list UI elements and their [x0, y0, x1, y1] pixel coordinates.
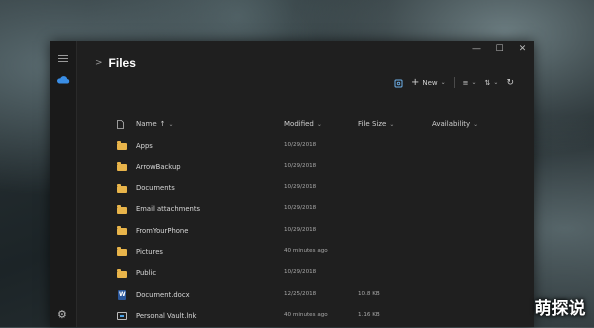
- name-header-label: Name: [136, 120, 157, 128]
- folder-icon: [117, 268, 127, 278]
- file-list: Apps 10/29/2018 ArrowBackup 10/29/2018 D…: [117, 136, 534, 328]
- list-item[interactable]: Documents 10/29/2018: [117, 179, 534, 200]
- word-document-icon: [118, 290, 126, 301]
- file-name: Email attachments: [136, 205, 201, 214]
- chevron-down-icon: ⌄: [316, 120, 322, 128]
- modified-header-label: Modified: [284, 120, 314, 128]
- folder-icon: [117, 247, 127, 257]
- breadcrumb: > Files: [95, 56, 136, 70]
- file-name: Apps: [136, 141, 153, 150]
- file-name: Personal Vault.lnk: [136, 311, 197, 320]
- hamburger-menu-icon[interactable]: [58, 55, 68, 64]
- close-button[interactable]: ✕: [511, 41, 534, 57]
- availability-column-header[interactable]: Availability ⌄: [432, 120, 478, 128]
- chevron-down-icon: ⌄: [440, 79, 446, 86]
- folder-icon: [117, 162, 127, 172]
- file-modified: 40 minutes ago: [284, 247, 328, 254]
- list-item[interactable]: Document.docx 12/25/2018 10.8 KB: [117, 285, 534, 306]
- modified-column-header[interactable]: Modified ⌄: [284, 120, 322, 128]
- file-name: ArrowBackup: [136, 162, 181, 171]
- folder-icon: [117, 183, 127, 193]
- file-modified: 10/29/2018: [284, 205, 317, 212]
- chevron-right-icon[interactable]: >: [95, 58, 103, 68]
- column-header: Name ↑ ⌄ Modified ⌄ File Size ⌄ Availabi…: [117, 120, 534, 134]
- name-column-header[interactable]: Name ↑ ⌄: [136, 120, 174, 128]
- view-options-icon: ⇅: [484, 78, 491, 87]
- file-modified: 10/29/2018: [284, 184, 317, 191]
- file-modified: 10/29/2018: [284, 226, 317, 233]
- file-modified: 10/29/2018: [284, 141, 317, 148]
- plus-icon: +: [410, 77, 420, 88]
- files-window: ⚙ — ☐ ✕ > Files + New ⌄ ≡ ⌄ ⇅ ⌄ ↻ Name ↑…: [50, 41, 534, 327]
- folder-icon: [117, 204, 127, 214]
- file-name: Document.docx: [136, 290, 190, 299]
- file-size: 10.8 KB: [358, 290, 380, 297]
- file-name: Pictures: [136, 247, 163, 256]
- list-item[interactable]: Personal Vault.lnk 40 minutes ago 1.16 K…: [117, 306, 534, 327]
- toolbar-divider: [453, 77, 455, 88]
- folder-icon: [117, 141, 127, 150]
- sort-button[interactable]: ≡ ⌄: [463, 79, 477, 87]
- file-name: FromYourPhone: [136, 226, 189, 235]
- file-modified: 10/29/2018: [284, 269, 317, 276]
- vault-icon[interactable]: [394, 78, 403, 88]
- list-item[interactable]: Email attachments 10/29/2018: [117, 200, 534, 221]
- file-type-header-icon: [117, 120, 124, 129]
- window-controls: — ☐ ✕: [465, 41, 534, 57]
- list-item[interactable]: Pictures 40 minutes ago: [117, 242, 534, 263]
- sort-arrow-icon: ↑: [159, 120, 166, 128]
- command-bar: + New ⌄ ≡ ⌄ ⇅ ⌄ ↻: [394, 77, 514, 88]
- chevron-down-icon: ⌄: [471, 79, 477, 86]
- file-name: Documents: [136, 184, 175, 193]
- availability-header-label: Availability: [432, 120, 471, 128]
- file-name: Public: [136, 269, 157, 278]
- new-button[interactable]: + New ⌄: [411, 77, 446, 88]
- chevron-down-icon: ⌄: [389, 120, 395, 128]
- chevron-down-icon: ⌄: [493, 79, 499, 86]
- chevron-down-icon: ⌄: [168, 120, 174, 128]
- maximize-button[interactable]: ☐: [488, 41, 511, 57]
- page-title[interactable]: Files: [109, 56, 136, 70]
- watermark-text: 萌探说: [534, 299, 586, 319]
- file-modified: 12/25/2018: [284, 290, 317, 297]
- folder-icon: [117, 226, 127, 236]
- list-item[interactable]: ArrowBackup 10/29/2018: [117, 157, 534, 178]
- list-item[interactable]: Public 10/29/2018: [117, 264, 534, 285]
- onedrive-cloud-icon[interactable]: [56, 76, 70, 84]
- main-pane: — ☐ ✕ > Files + New ⌄ ≡ ⌄ ⇅ ⌄ ↻ Name ↑ ⌄…: [77, 41, 534, 327]
- new-label: New: [422, 78, 438, 87]
- sort-lines-icon: ≡: [462, 78, 469, 87]
- chevron-down-icon: ⌄: [473, 120, 479, 128]
- file-modified: 10/29/2018: [284, 162, 317, 169]
- refresh-icon[interactable]: ↻: [506, 78, 514, 88]
- minimize-button[interactable]: —: [465, 41, 488, 57]
- size-column-header[interactable]: File Size ⌄: [358, 120, 394, 128]
- file-modified: 40 minutes ago: [284, 311, 328, 318]
- size-header-label: File Size: [358, 120, 387, 128]
- file-size: 1.16 KB: [358, 311, 380, 318]
- settings-gear-icon[interactable]: ⚙: [57, 309, 67, 320]
- shortcut-icon: [117, 312, 127, 321]
- list-item[interactable]: Apps 10/29/2018: [117, 136, 534, 157]
- view-button[interactable]: ⇅ ⌄: [485, 79, 499, 87]
- nav-rail: ⚙: [50, 41, 77, 327]
- list-item[interactable]: FromYourPhone 10/29/2018: [117, 221, 534, 242]
